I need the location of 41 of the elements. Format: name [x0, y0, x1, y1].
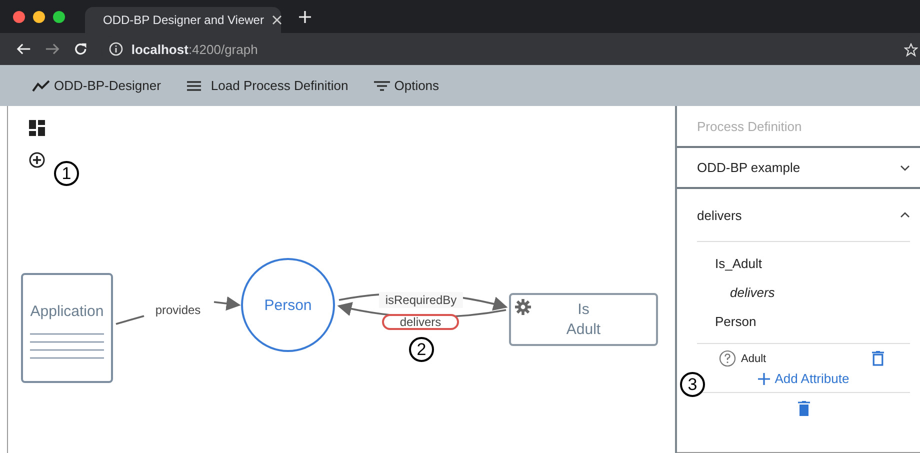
chevron-down-icon[interactable] [900, 164, 910, 170]
close-window-icon[interactable] [13, 10, 25, 22]
delete-attribute-icon[interactable] [872, 351, 884, 366]
dashboard-icon[interactable] [29, 120, 45, 136]
filter-icon [374, 80, 390, 92]
relation-target: Person [714, 313, 758, 331]
help-icon[interactable] [719, 350, 736, 367]
accordion-header[interactable]: delivers [677, 189, 920, 241]
minimize-window-icon[interactable] [33, 10, 45, 22]
reload-icon[interactable] [74, 42, 88, 56]
accordion-header[interactable]: ODD-BP example [677, 148, 920, 187]
add-circle-icon[interactable] [29, 152, 45, 168]
gear-icon[interactable] [515, 299, 531, 315]
task-node[interactable]: Is Adult [509, 293, 658, 346]
close-tab-icon[interactable] [272, 15, 282, 25]
toolbar-button[interactable]: Load Process Definition [186, 78, 348, 93]
bookmark-star-icon[interactable] [904, 43, 918, 57]
menu-icon [186, 80, 201, 92]
chevron-up-icon[interactable] [900, 212, 910, 218]
document-node[interactable]: Application [21, 273, 113, 383]
edge-label[interactable]: delivers [382, 314, 459, 330]
edge-line[interactable] [116, 315, 144, 325]
panel-title: Process Definition [677, 106, 920, 148]
line-chart-icon [32, 80, 50, 92]
maximize-window-icon[interactable] [53, 10, 65, 22]
circle-node[interactable]: Person [241, 258, 335, 352]
new-tab-icon[interactable] [299, 10, 311, 22]
plus-icon [758, 372, 770, 384]
relation-name: delivers [729, 284, 776, 302]
attribute-name: Adult [741, 352, 766, 364]
app-title-button[interactable]: ODD-BP-Designer [32, 78, 161, 93]
edge-label[interactable]: isRequiredBy [379, 292, 463, 308]
back-icon[interactable] [16, 42, 32, 56]
relation-source: Is_Adult [714, 255, 763, 273]
browser-tab[interactable]: ODD-BP Designer and Viewer [85, 7, 281, 33]
delete-icon[interactable] [798, 401, 810, 416]
forward-icon[interactable] [45, 42, 60, 56]
info-icon[interactable] [109, 42, 124, 56]
edge-arrow[interactable] [214, 296, 241, 311]
add-attribute-button[interactable]: Add Attribute [758, 367, 850, 386]
toolbar-button[interactable]: Options [374, 78, 440, 93]
